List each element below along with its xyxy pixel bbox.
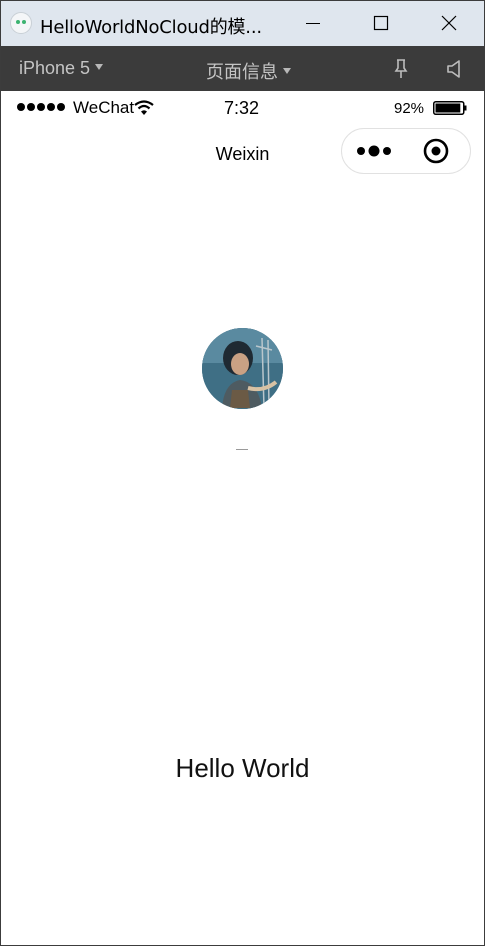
simulator-toolbar: iPhone 5 页面信息 xyxy=(1,46,484,91)
window-title: HelloWorldNoCloud的模... xyxy=(40,17,262,38)
device-select[interactable]: iPhone 5 xyxy=(19,58,104,79)
minimize-button[interactable] xyxy=(289,1,337,46)
chevron-down-icon xyxy=(95,64,104,71)
page-info-select[interactable]: 页面信息 xyxy=(206,58,291,84)
phone-screen: WeChat 7:32 92% Weixin Hello World xyxy=(1,91,484,945)
carrier-name: WeChat xyxy=(73,98,135,117)
capsule-button xyxy=(341,128,471,174)
exit-miniprogram-icon[interactable] xyxy=(422,137,450,165)
close-icon xyxy=(441,15,457,31)
signal-icon xyxy=(17,103,65,111)
battery-icon xyxy=(433,101,467,115)
wechat-devtools-icon xyxy=(10,12,32,34)
device-select-label: iPhone 5 xyxy=(19,58,91,78)
minimize-icon xyxy=(306,23,320,24)
speaker-icon[interactable] xyxy=(443,57,467,81)
wifi-icon xyxy=(134,100,154,115)
page-info-label: 页面信息 xyxy=(206,62,278,83)
user-avatar[interactable] xyxy=(202,328,283,409)
pin-icon[interactable] xyxy=(389,57,413,81)
status-bar: WeChat 7:32 92% xyxy=(1,91,484,125)
nickname-placeholder xyxy=(236,449,248,450)
more-icon[interactable] xyxy=(356,141,396,161)
chevron-down-icon xyxy=(283,68,291,74)
greeting-text: Hello World xyxy=(175,753,310,783)
status-time: 7:32 xyxy=(224,98,260,118)
battery-percentage: 92% xyxy=(394,100,425,117)
window-titlebar[interactable]: HelloWorldNoCloud的模... xyxy=(1,1,484,46)
close-button[interactable] xyxy=(425,1,473,46)
maximize-icon xyxy=(373,15,389,31)
navigation-bar: Weixin xyxy=(1,125,484,181)
simulator-window: HelloWorldNoCloud的模... iPhone 5 页面信息 WeC… xyxy=(0,0,485,946)
capsule-divider xyxy=(406,141,407,163)
maximize-button[interactable] xyxy=(357,1,405,46)
avatar-image xyxy=(202,328,283,409)
